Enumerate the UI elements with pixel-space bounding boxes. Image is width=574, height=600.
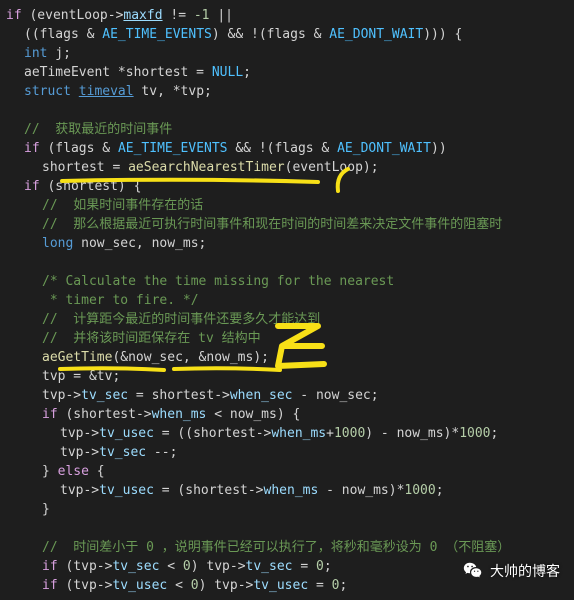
comment-line: // 计算距今最近的时间事件还要多久才能达到 bbox=[6, 310, 574, 329]
code-line: if (flags & AE_TIME_EVENTS && !(flags & … bbox=[6, 139, 574, 158]
code-line: tvp->tv_sec --; bbox=[6, 443, 574, 462]
blank-line bbox=[6, 101, 574, 120]
code-line: tvp->tv_sec = shortest->when_sec - now_s… bbox=[6, 386, 574, 405]
comment-line: * timer to fire. */ bbox=[6, 291, 574, 310]
code-line: } else { bbox=[6, 462, 574, 481]
code-line: if (shortest->when_ms < now_ms) { bbox=[6, 405, 574, 424]
comment-line: // 如果时间事件存在的话 bbox=[6, 196, 574, 215]
comment-line: // 那么根据最近可执行时间事件和现在时间的时间差来决定文件事件的阻塞时 bbox=[6, 215, 574, 234]
comment-line: // 获取最近的时间事件 bbox=[6, 120, 574, 139]
watermark-text: 大帅的博客 bbox=[490, 562, 560, 581]
code-line: tvp = &tv; bbox=[6, 367, 574, 386]
blank-line bbox=[6, 519, 574, 538]
code-line: long now_sec, now_ms; bbox=[6, 234, 574, 253]
code-line: tvp->tv_usec = ((shortest->when_ms+1000)… bbox=[6, 424, 574, 443]
blank-line bbox=[6, 253, 574, 272]
code-line: if (shortest) { bbox=[6, 177, 574, 196]
code-line: if (eventLoop->maxfd != -1 || bbox=[6, 6, 574, 25]
code-line: shortest = aeSearchNearestTimer(eventLoo… bbox=[6, 158, 574, 177]
code-line: tvp->tv_usec = (shortest->when_ms - now_… bbox=[6, 481, 574, 500]
code-line: int j; bbox=[6, 44, 574, 63]
wechat-icon bbox=[462, 560, 484, 582]
comment-line: // 时间差小于 0 ，说明事件已经可以执行了，将秒和毫秒设为 0 （不阻塞） bbox=[6, 538, 574, 557]
code-line: ((flags & AE_TIME_EVENTS) && !(flags & A… bbox=[6, 25, 574, 44]
code-line: aeTimeEvent *shortest = NULL; bbox=[6, 63, 574, 82]
watermark: 大帅的博客 bbox=[462, 560, 560, 582]
code-viewer: if (eventLoop->maxfd != -1 || ((flags & … bbox=[6, 6, 574, 595]
code-line: struct timeval tv, *tvp; bbox=[6, 82, 574, 101]
code-line: aeGetTime(&now_sec, &now_ms); bbox=[6, 348, 574, 367]
comment-line: /* Calculate the time missing for the ne… bbox=[6, 272, 574, 291]
code-line: } bbox=[6, 500, 574, 519]
comment-line: // 并将该时间距保存在 tv 结构中 bbox=[6, 329, 574, 348]
